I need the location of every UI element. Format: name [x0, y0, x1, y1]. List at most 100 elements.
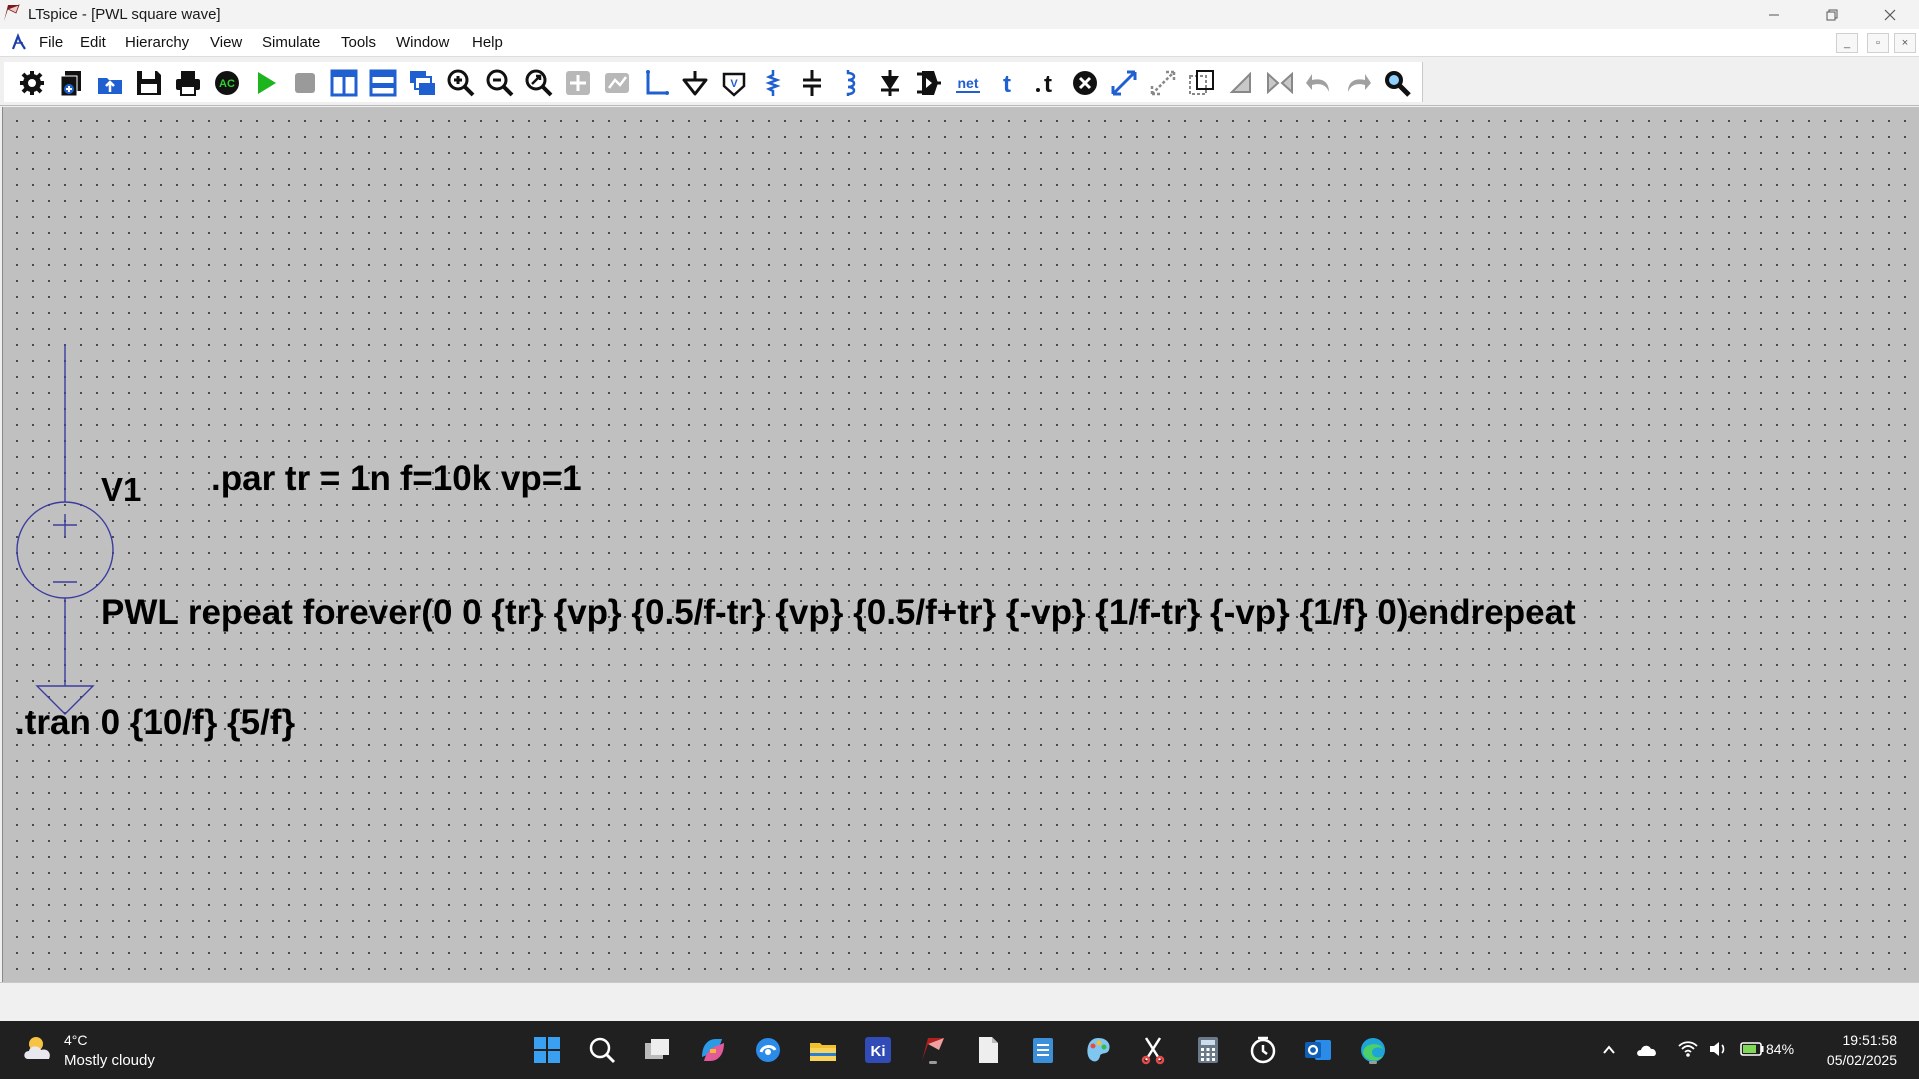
onedrive-cloud-icon[interactable]	[1636, 1041, 1658, 1059]
tran-directive[interactable]: .tran 0 {10/f} {5/f}	[15, 703, 295, 743]
menu-simulate[interactable]: Simulate	[262, 34, 320, 51]
snipping-tool-icon[interactable]	[1136, 1033, 1170, 1067]
diode-icon[interactable]	[874, 67, 906, 99]
schematic-drawing	[16, 344, 114, 715]
edge-icon[interactable]	[1356, 1033, 1390, 1067]
close-icon	[1884, 9, 1896, 20]
ltspice-icon[interactable]	[916, 1033, 950, 1067]
paint-icon[interactable]	[1081, 1033, 1115, 1067]
search-icon[interactable]	[585, 1033, 619, 1067]
tile-vertical-icon[interactable]	[328, 67, 360, 99]
file-explorer-icon[interactable]	[806, 1033, 840, 1067]
settings-icon[interactable]	[16, 67, 48, 99]
chevron-up-icon[interactable]	[1602, 1043, 1616, 1057]
tile-horizontal-icon[interactable]	[367, 67, 399, 99]
title-bar: LTspice - [PWL square wave]	[0, 0, 1919, 29]
redo-icon[interactable]	[1342, 67, 1374, 99]
mdi-restore-button[interactable]: ▫	[1867, 33, 1889, 53]
clock-icon[interactable]	[1246, 1033, 1280, 1067]
battery-percent[interactable]: 84%	[1766, 1041, 1794, 1057]
svg-text:Ki: Ki	[871, 1043, 886, 1060]
find-icon[interactable]	[1381, 67, 1413, 99]
window-title: LTspice - [PWL square wave]	[28, 6, 221, 23]
run-icon[interactable]	[250, 67, 282, 99]
minimize-icon	[1769, 14, 1779, 15]
mdi-minimize-button[interactable]: _	[1836, 33, 1858, 53]
mdi-close-button[interactable]: ×	[1894, 33, 1916, 53]
menu-bar: File Edit Hierarchy View Simulate Tools …	[0, 29, 1919, 57]
menu-hierarchy[interactable]: Hierarchy	[125, 34, 189, 51]
menu-view[interactable]: View	[210, 34, 242, 51]
zoom-pan-icon[interactable]	[562, 67, 594, 99]
capacitor-icon[interactable]	[796, 67, 828, 99]
task-view-icon[interactable]	[640, 1033, 674, 1067]
spice-directive-icon[interactable]: t	[1030, 67, 1062, 99]
save-icon[interactable]	[133, 67, 165, 99]
outlook-icon[interactable]	[1301, 1033, 1335, 1067]
menu-window[interactable]: Window	[396, 34, 449, 51]
rotate-icon[interactable]	[1225, 67, 1257, 99]
taskbar: 4°C Mostly cloudy Ki 84% 19:51:58 05/02/…	[0, 1021, 1919, 1079]
clock-time[interactable]: 19:51:58	[1843, 1032, 1898, 1048]
delete-icon[interactable]	[1069, 67, 1101, 99]
print-icon[interactable]	[172, 67, 204, 99]
zoom-out-icon[interactable]	[484, 67, 516, 99]
undo-icon[interactable]	[1303, 67, 1335, 99]
speaker-icon[interactable]	[1708, 1040, 1728, 1058]
weather-description[interactable]: Mostly cloudy	[64, 1052, 155, 1069]
menu-tools[interactable]: Tools	[341, 34, 376, 51]
component-name-v1[interactable]: V1	[101, 471, 141, 509]
label-net-icon[interactable]: V	[718, 67, 750, 99]
pwl-source-value[interactable]: PWL repeat forever(0 0 {tr} {vp} {0.5/f-…	[101, 593, 1576, 633]
running-indicator	[1369, 1061, 1377, 1064]
restore-button[interactable]	[1803, 0, 1861, 29]
file-icon[interactable]	[971, 1033, 1005, 1067]
ground-icon[interactable]	[679, 67, 711, 99]
toolbar: AC V net t t	[0, 58, 1919, 106]
kicad-icon[interactable]: Ki	[861, 1033, 895, 1067]
menu-edit[interactable]: Edit	[80, 34, 106, 51]
drag-icon[interactable]	[1147, 67, 1179, 99]
net-label: net	[958, 75, 979, 91]
svg-text:t: t	[1003, 71, 1011, 98]
menu-help[interactable]: Help	[472, 34, 503, 51]
weather-temperature[interactable]: 4°C	[64, 1032, 88, 1048]
open-icon[interactable]	[94, 67, 126, 99]
mirror-icon[interactable]	[1264, 67, 1296, 99]
wire-icon[interactable]	[640, 67, 672, 99]
autorange-icon[interactable]	[601, 67, 633, 99]
clock-date[interactable]: 05/02/2025	[1827, 1052, 1897, 1068]
par-directive[interactable]: .par tr = 1n f=10k vp=1	[211, 459, 582, 499]
ltspice-window: LTspice - [PWL square wave] File Edit Hi…	[0, 0, 1919, 1079]
cascade-icon[interactable]	[406, 67, 438, 99]
resistor-icon[interactable]	[757, 67, 789, 99]
schematic-canvas[interactable]: V1 .par tr = 1n f=10k vp=1 PWL repeat fo…	[2, 107, 1919, 982]
spice-netlist-icon[interactable]: net	[952, 67, 984, 99]
inductor-icon[interactable]	[835, 67, 867, 99]
restore-icon	[1826, 9, 1838, 20]
text-icon[interactable]: t	[991, 67, 1023, 99]
zoom-in-icon[interactable]	[445, 67, 477, 99]
ltspice-logo-icon[interactable]	[9, 33, 29, 53]
weather-cloud-icon[interactable]	[22, 1033, 56, 1065]
move-icon[interactable]	[1108, 67, 1140, 99]
battery-icon[interactable]	[1740, 1041, 1764, 1057]
duplicate-icon[interactable]	[1186, 67, 1218, 99]
ac-control-icon[interactable]: AC	[211, 67, 243, 99]
edge-browser-icon[interactable]	[751, 1033, 785, 1067]
start-icon[interactable]	[530, 1033, 564, 1067]
svg-text:V: V	[730, 78, 738, 90]
component-icon[interactable]	[913, 67, 945, 99]
halt-icon[interactable]	[289, 67, 321, 99]
copilot-icon[interactable]	[696, 1033, 730, 1067]
calculator-icon[interactable]	[1191, 1033, 1225, 1067]
new-schematic-icon[interactable]	[55, 67, 87, 99]
wifi-icon[interactable]	[1678, 1040, 1698, 1058]
close-button[interactable]	[1861, 0, 1919, 29]
ltspice-app-icon	[4, 4, 20, 21]
zoom-fit-icon[interactable]	[523, 67, 555, 99]
svg-text:t: t	[1044, 71, 1052, 98]
minimize-button[interactable]	[1745, 0, 1803, 29]
menu-file[interactable]: File	[39, 34, 63, 51]
notepad-icon[interactable]	[1026, 1033, 1060, 1067]
